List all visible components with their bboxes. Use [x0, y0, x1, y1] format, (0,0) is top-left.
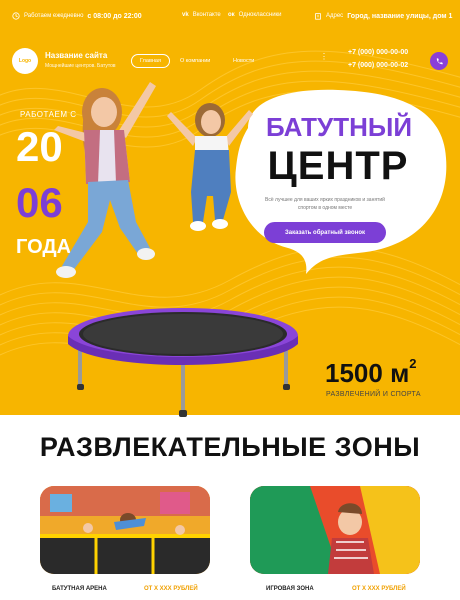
vk-link[interactable]: vk Вконтакте — [182, 12, 221, 18]
zone-1-name: БАТУТНАЯ АРЕНА — [52, 586, 107, 592]
address-label: Адрес — [326, 13, 344, 19]
jumping-girl-2-image — [167, 103, 253, 231]
site-name[interactable]: Название сайта — [45, 51, 107, 60]
trampoline-image — [68, 308, 298, 417]
working-hours: Работаем ежедневно с 08:00 до 22:00 — [12, 12, 142, 20]
hours-label: Работаем ежедневно — [24, 13, 84, 19]
vk-label: Вконтакте — [192, 12, 221, 18]
hero-description: Всё лучшее для ваших ярких праздников и … — [265, 197, 385, 211]
ok-link[interactable]: ок Одноклассники — [228, 12, 282, 18]
building-icon — [315, 13, 321, 20]
logo-text: Logo — [18, 58, 32, 64]
nav-home[interactable]: Главная — [131, 54, 170, 68]
ok-icon: ок — [228, 12, 235, 18]
site-subtitle: Мощнейшие центров. Батутов — [45, 63, 116, 69]
zone-card-trampoline[interactable] — [40, 486, 210, 574]
clock-icon — [12, 12, 20, 20]
jumping-girl-image — [54, 82, 156, 278]
zone-card-play[interactable] — [250, 486, 420, 574]
callback-button[interactable]: Заказать обратный звонок — [264, 222, 386, 243]
phone-2[interactable]: +7 (000) 000-00-02 — [348, 62, 408, 69]
play-zone-photo — [250, 486, 420, 574]
zone-2-price: ОТ Х ХХХ РУБЛЕЙ — [352, 586, 406, 592]
nav-more-button[interactable]: ⋮ — [320, 52, 328, 61]
area-number: 1500 м — [325, 358, 410, 388]
zone-1-price: ОТ Х ХХХ РУБЛЕЙ — [144, 586, 198, 592]
site-logo[interactable]: Logo — [12, 48, 38, 74]
call-button[interactable] — [430, 52, 448, 70]
top-bar: Работаем ежедневно с 08:00 до 22:00 vk В… — [0, 0, 460, 34]
vk-icon: vk — [182, 12, 189, 18]
nav-about[interactable]: О компании — [172, 54, 218, 68]
zone-2-name: ИГРОВАЯ ЗОНА — [266, 586, 314, 592]
phone-1[interactable]: +7 (000) 000-00-00 — [348, 49, 408, 56]
hero-title-line-1: БАТУТНЫЙ — [265, 112, 413, 142]
nav-news[interactable]: Новости — [225, 54, 262, 68]
trampoline-arena-photo — [40, 486, 210, 574]
hero-title-line-2: ЦЕНТР — [267, 144, 409, 188]
phone-icon — [436, 57, 443, 64]
ok-label: Одноклассники — [238, 12, 282, 18]
hours-value: с 08:00 до 22:00 — [87, 12, 142, 20]
area-superscript: 2 — [409, 356, 417, 371]
zones-title: РАЗВЛЕКАТЕЛЬНЫЕ ЗОНЫ — [39, 432, 421, 462]
area-value: 1500 м2 — [325, 357, 417, 388]
address: Адрес Город, название улицы, дом 1 — [314, 12, 452, 20]
address-value: Город, название улицы, дом 1 — [347, 12, 453, 20]
area-label: РАЗВЛЕЧЕНИЙ И СПОРТА — [326, 391, 421, 398]
